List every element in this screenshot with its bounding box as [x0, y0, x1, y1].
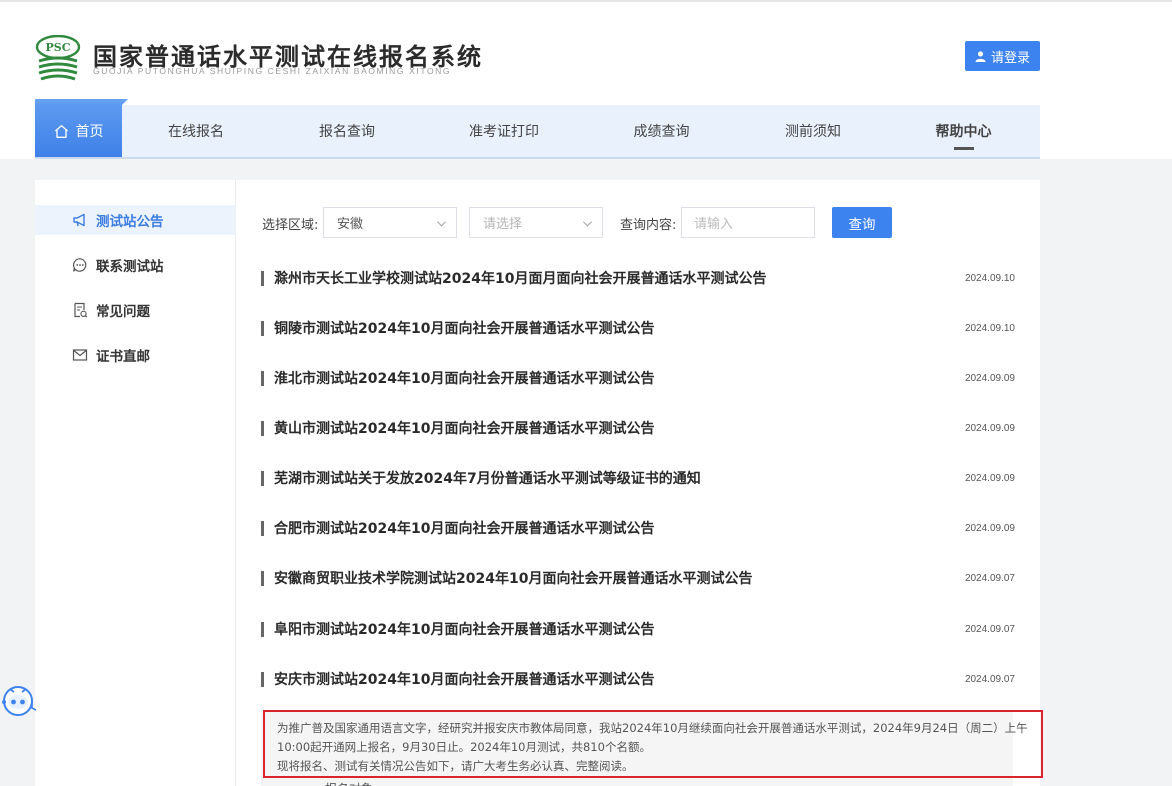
site-logo[interactable]: PSC 国家普通话水平测试在线报名系统 GUOJIA PUTONGHUA SHU… [35, 35, 485, 83]
list-marker [261, 621, 264, 637]
announcement-title: 芜湖市测试站关于发放2024年7月份普通话水平测试等级证书的通知 [274, 471, 701, 487]
announcement-date: 2024.09.09 [964, 472, 1015, 484]
list-item[interactable]: 阜阳市测试站2024年10月面向社会开展普通话水平测试公告 2024.09.07 [261, 614, 1016, 644]
nav-home-label: 首页 [75, 124, 104, 140]
nav-score-query[interactable]: 成绩查询 [584, 105, 739, 157]
list-marker [261, 570, 264, 586]
sidebar-item-faq[interactable]: 常见问题 [35, 295, 236, 325]
query-button[interactable]: 查询 [832, 207, 892, 238]
announcement-date: 2024.09.10 [964, 322, 1015, 334]
notice-preview: 为推广普及国家通用语言文字，经研究并报安庆市教体局同意，我站2024年10月继续… [263, 710, 1043, 778]
sidebar-item-label: 联系测试站 [96, 259, 164, 275]
list-item[interactable]: 安徽商贸职业技术学院测试站2024年10月面向社会开展普通话水平测试公告 202… [261, 563, 1016, 593]
announcement-date: 2024.09.10 [964, 272, 1015, 284]
list-marker [261, 520, 264, 536]
nav-admission-ticket[interactable]: 准考证打印 [424, 105, 584, 157]
robot-assistant-icon[interactable] [0, 680, 40, 720]
sidebar-item-label: 常见问题 [96, 304, 150, 320]
announcement-date: 2024.09.07 [964, 623, 1015, 635]
notice-section-heading: 一、报名对象 [301, 780, 373, 786]
announcement-title: 黄山市测试站2024年10月面向社会开展普通话水平测试公告 [274, 421, 655, 437]
nav-online-registration[interactable]: 在线报名 [122, 105, 270, 157]
list-marker [261, 470, 264, 486]
mail-icon [72, 349, 88, 361]
region-label: 选择区域: [262, 218, 319, 233]
list-item[interactable]: 合肥市测试站2024年10月面向社会开展普通话水平测试公告 2024.09.09 [261, 513, 1016, 543]
list-marker [261, 270, 264, 286]
user-icon [975, 50, 986, 62]
notice-paragraph: 现将报名、测试有关情况公告如下，请广大考生务必认真、完整阅读。 [277, 759, 634, 773]
query-content-input[interactable]: 请输入 [681, 207, 815, 238]
notice-paragraph: 为推广普及国家通用语言文字，经研究并报安庆市教体局同意，我站2024年10月继续… [277, 721, 1028, 754]
announcement-title: 滁州市天长工业学校测试站2024年10月面月面向社会开展普通话水平测试公告 [274, 271, 767, 287]
list-marker [261, 320, 264, 336]
site-subtitle: GUOJIA PUTONGHUA SHUIPING CESHI ZAIXIAN … [93, 66, 452, 76]
announcement-date: 2024.09.09 [964, 372, 1015, 384]
city-select[interactable]: 请选择 [469, 207, 603, 238]
chevron-down-icon [582, 221, 593, 227]
city-select-placeholder: 请选择 [483, 217, 523, 232]
chat-icon [73, 258, 87, 272]
sidebar-item-contact-station[interactable]: 联系测试站 [35, 250, 236, 280]
list-item[interactable]: 淮北市测试站2024年10月面向社会开展普通话水平测试公告 2024.09.09 [261, 363, 1016, 393]
province-select[interactable]: 安徽 [323, 207, 457, 238]
announcement-date: 2024.09.07 [964, 673, 1015, 685]
list-item[interactable]: 芜湖市测试站关于发放2024年7月份普通话水平测试等级证书的通知 2024.09… [261, 463, 1016, 493]
announcement-title: 合肥市测试站2024年10月面向社会开展普通话水平测试公告 [274, 521, 655, 537]
announcement-date: 2024.09.09 [964, 522, 1015, 534]
announcement-title: 铜陵市测试站2024年10月面向社会开展普通话水平测试公告 [274, 321, 655, 337]
announcement-date: 2024.09.07 [964, 572, 1015, 584]
main-nav: 首页 在线报名 报名查询 准考证打印 成绩查询 测前须知 帮助中心 [35, 105, 1040, 159]
nav-registration-query[interactable]: 报名查询 [270, 105, 424, 157]
content-card: 测试站公告 联系测试站 常见问题 证书直邮 选择区域: 安徽 请选择 查询内容:… [35, 180, 1043, 786]
announcement-title: 安庆市测试站2024年10月面向社会开展普通话水平测试公告 [274, 672, 655, 688]
announcement-title: 淮北市测试站2024年10月面向社会开展普通话水平测试公告 [274, 371, 655, 387]
home-icon [54, 124, 68, 138]
announcement-title: 安徽商贸职业技术学院测试站2024年10月面向社会开展普通话水平测试公告 [274, 571, 753, 587]
list-marker [261, 370, 264, 386]
psc-logo-icon: PSC [35, 35, 81, 81]
login-button[interactable]: 请登录 [965, 41, 1040, 71]
login-label: 请登录 [990, 50, 1030, 66]
province-select-value: 安徽 [337, 217, 364, 232]
nav-help-center[interactable]: 帮助中心 [887, 105, 1040, 157]
list-marker [261, 671, 264, 687]
list-item[interactable]: 滁州市天长工业学校测试站2024年10月面月面向社会开展普通话水平测试公告 20… [261, 263, 1016, 293]
list-item[interactable]: 铜陵市测试站2024年10月面向社会开展普通话水平测试公告 2024.09.10 [261, 313, 1016, 343]
sidebar-item-station-announcements[interactable]: 测试站公告 [35, 205, 236, 235]
list-marker [261, 420, 264, 436]
sidebar-item-label: 测试站公告 [96, 214, 164, 230]
faq-doc-icon [74, 302, 88, 318]
query-content-label: 查询内容: [620, 218, 677, 233]
list-item[interactable]: 黄山市测试站2024年10月面向社会开展普通话水平测试公告 2024.09.09 [261, 413, 1016, 443]
announcement-title: 阜阳市测试站2024年10月面向社会开展普通话水平测试公告 [274, 622, 655, 638]
sidebar-item-label: 证书直邮 [96, 349, 150, 365]
list-item[interactable]: 安庆市测试站2024年10月面向社会开展普通话水平测试公告 2024.09.07 [261, 664, 1016, 694]
nav-pretest-notice[interactable]: 测前须知 [739, 105, 887, 157]
megaphone-icon [73, 213, 85, 227]
nav-home[interactable]: 首页 [35, 105, 122, 157]
sidebar: 测试站公告 联系测试站 常见问题 证书直邮 [35, 180, 236, 786]
announcement-date: 2024.09.09 [964, 422, 1015, 434]
chevron-down-icon [436, 221, 447, 227]
sidebar-item-certificate-mail[interactable]: 证书直邮 [35, 340, 236, 370]
svg-text:PSC: PSC [46, 41, 71, 54]
